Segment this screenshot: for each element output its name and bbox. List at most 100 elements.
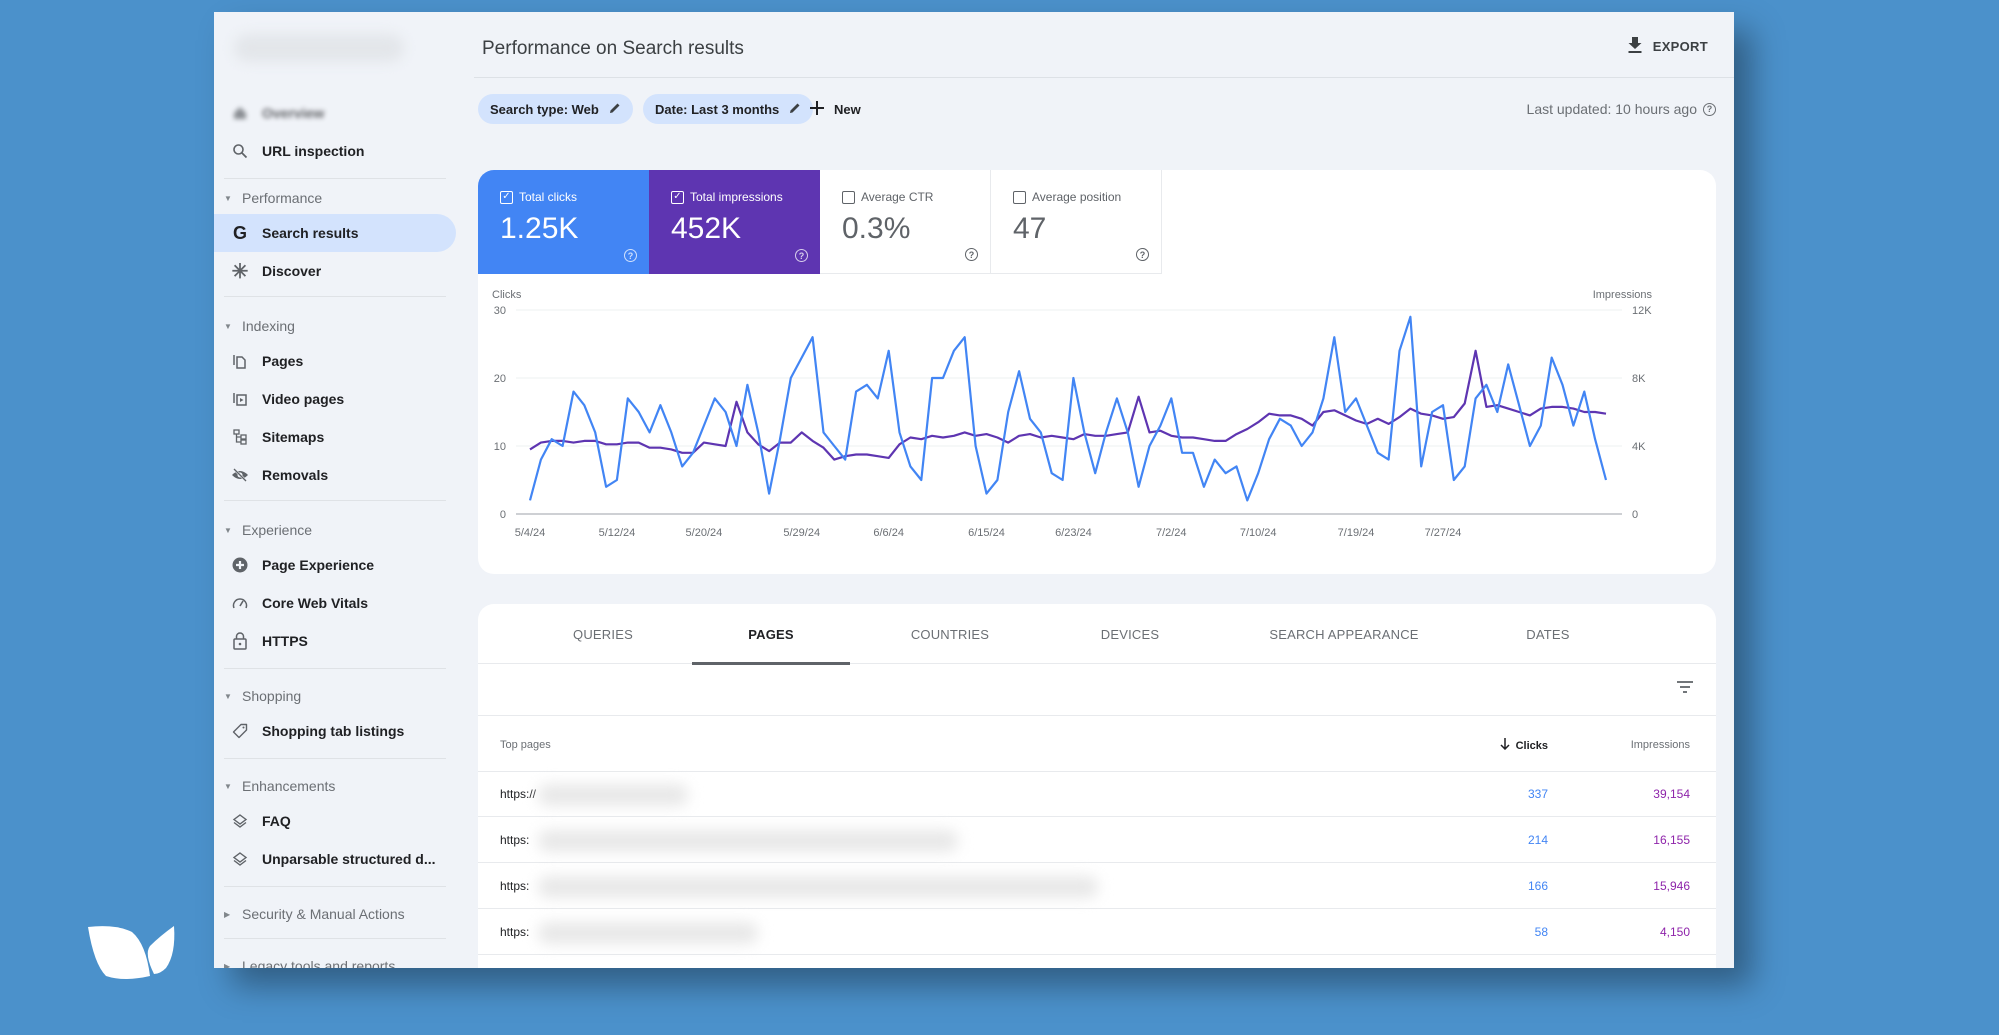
table-row[interactable]: https: 214 16,155: [478, 818, 1716, 863]
table-row[interactable]: https: 58 4,150: [478, 910, 1716, 955]
date-filter-chip[interactable]: Date: Last 3 months: [643, 94, 814, 124]
caret-down-icon: ▼: [224, 193, 232, 203]
section-indexing[interactable]: ▼ Indexing: [224, 314, 295, 338]
left-axis-label: Clicks: [492, 289, 522, 301]
tab-dates[interactable]: DATES: [1478, 604, 1618, 664]
metric-average-position[interactable]: Average position 47 ?: [991, 170, 1162, 274]
column-header-top-pages[interactable]: Top pages: [500, 739, 551, 751]
metric-total-impressions[interactable]: ✓ Total impressions 452K ?: [649, 170, 820, 274]
sidebar-item-removals[interactable]: Removals: [214, 456, 456, 494]
sidebar-item-label: Search results: [262, 225, 359, 241]
metric-total-clicks[interactable]: ✓ Total clicks 1.25K ?: [478, 170, 649, 274]
tab-devices[interactable]: DEVICES: [1050, 604, 1210, 664]
checkbox-checked-icon[interactable]: ✓: [500, 190, 513, 204]
section-label: Enhancements: [242, 778, 336, 794]
lock-icon: [230, 631, 250, 651]
filter-icon[interactable]: [1676, 680, 1694, 699]
brand-logo-leaf-icon: [84, 924, 176, 987]
right-tick-label: 12K: [1632, 305, 1652, 317]
x-tick-label: 6/23/24: [1055, 527, 1092, 539]
section-legacy-tools[interactable]: ▶ Legacy tools and reports: [224, 954, 395, 968]
page-url[interactable]: https:: [500, 879, 529, 893]
sidebar-item-page-experience[interactable]: Page Experience: [214, 546, 456, 584]
x-tick-label: 7/27/24: [1425, 527, 1462, 539]
checkbox-checked-icon[interactable]: ✓: [671, 190, 684, 204]
x-tick-label: 5/20/24: [686, 527, 723, 539]
sidebar-item-url-inspection[interactable]: URL inspection: [214, 132, 456, 170]
tab-pages[interactable]: PAGES: [692, 604, 850, 665]
page-title: Performance on Search results: [482, 38, 744, 59]
help-icon[interactable]: ?: [965, 248, 978, 261]
right-tick-label: 0: [1632, 509, 1638, 521]
x-tick-label: 6/6/24: [873, 527, 904, 539]
sidebar-item-discover[interactable]: ✳ Discover: [214, 252, 456, 290]
tab-search-appearance[interactable]: SEARCH APPEARANCE: [1234, 604, 1454, 664]
sidebar-item-pages[interactable]: Pages: [214, 342, 456, 380]
sidebar-item-faq[interactable]: FAQ: [214, 802, 456, 840]
new-filter-button[interactable]: New: [810, 94, 861, 124]
tab-queries[interactable]: QUERIES: [538, 604, 668, 664]
table-header: Top pages Clicks Impressions: [478, 716, 1716, 772]
section-performance[interactable]: ▼ Performance: [224, 186, 322, 210]
tab-countries[interactable]: COUNTRIES: [870, 604, 1030, 664]
page-url[interactable]: https:: [500, 833, 529, 847]
series-line-impressions: [529, 349, 1607, 461]
sidebar-item-label: Overview: [262, 105, 325, 121]
checkbox-unchecked-icon[interactable]: [1013, 190, 1026, 204]
clicks-impressions-line-chart[interactable]: Clicks Impressions 0 0 10 4K 20 8K 30 12K 5/4/2…: [478, 280, 1666, 570]
sidebar-item-label: Sitemaps: [262, 429, 325, 445]
gauge-icon: [230, 593, 250, 613]
property-selector-blurred[interactable]: [234, 34, 404, 62]
page-url[interactable]: https://: [500, 787, 536, 801]
clicks-value: 166: [1527, 879, 1548, 893]
sidebar-item-video-pages[interactable]: Video pages: [214, 380, 456, 418]
google-g-icon: G: [232, 222, 247, 243]
eye-off-icon: [230, 465, 250, 485]
plus-icon: [810, 100, 824, 118]
help-icon[interactable]: ?: [1136, 248, 1149, 261]
sidebar-item-label: HTTPS: [262, 633, 308, 649]
new-label: New: [834, 101, 861, 117]
metric-average-ctr[interactable]: Average CTR 0.3% ?: [820, 170, 991, 274]
help-icon[interactable]: ?: [1703, 102, 1716, 116]
sidebar-item-label: FAQ: [262, 813, 291, 829]
export-button[interactable]: EXPORT: [1627, 36, 1708, 57]
column-header-clicks[interactable]: Clicks: [1500, 738, 1548, 753]
section-experience[interactable]: ▼ Experience: [224, 518, 312, 542]
performance-chart-card: ✓ Total clicks 1.25K ? ✓ Total impressions…: [478, 170, 1716, 574]
series-line-clicks: [528, 315, 1608, 502]
section-security-manual-actions[interactable]: ▶ Security & Manual Actions: [224, 902, 405, 926]
caret-down-icon: ▼: [224, 525, 232, 535]
metric-value: 0.3%: [842, 212, 911, 245]
sidebar-item-shopping-tab-listings[interactable]: Shopping tab listings: [214, 712, 456, 750]
sidebar-item-label: URL inspection: [262, 143, 365, 159]
divider: [224, 938, 446, 939]
divider: [224, 296, 446, 297]
sidebar-item-unparsable-structured-data[interactable]: Unparsable structured d...: [214, 840, 456, 878]
sidebar-item-https[interactable]: HTTPS: [214, 622, 456, 660]
sidebar-item-core-web-vitals[interactable]: Core Web Vitals: [214, 584, 456, 622]
sidebar-item-sitemaps[interactable]: Sitemaps: [214, 418, 456, 456]
asterisk-icon: ✳: [231, 260, 249, 283]
column-header-impressions[interactable]: Impressions: [1631, 739, 1690, 751]
page-url[interactable]: https:: [500, 925, 529, 939]
section-enhancements[interactable]: ▼ Enhancements: [224, 774, 335, 798]
sidebar-item-label: Core Web Vitals: [262, 595, 369, 611]
help-icon[interactable]: ?: [795, 249, 808, 262]
sidebar-item-label: Pages: [262, 353, 304, 369]
sidebar-item-search-results[interactable]: G Search results: [214, 214, 456, 252]
home-icon: [230, 103, 250, 123]
pencil-icon: [609, 102, 621, 117]
table-row[interactable]: https: 166 15,946: [478, 864, 1716, 909]
checkbox-unchecked-icon[interactable]: [842, 190, 855, 204]
help-icon[interactable]: ?: [624, 249, 637, 262]
section-shopping[interactable]: ▼ Shopping: [224, 684, 301, 708]
table-row[interactable]: https:// 337 39,154: [478, 772, 1716, 817]
dimension-tabs: QUERIES PAGES COUNTRIES DEVICES SEARCH A…: [478, 604, 1716, 665]
plus-circle-icon: [230, 555, 250, 575]
table-filter-row: [478, 664, 1716, 716]
sidebar-item-overview[interactable]: Overview: [214, 94, 456, 132]
pencil-icon: [789, 102, 801, 117]
search-type-filter-chip[interactable]: Search type: Web: [478, 94, 633, 124]
x-tick-label: 7/10/24: [1240, 527, 1277, 539]
